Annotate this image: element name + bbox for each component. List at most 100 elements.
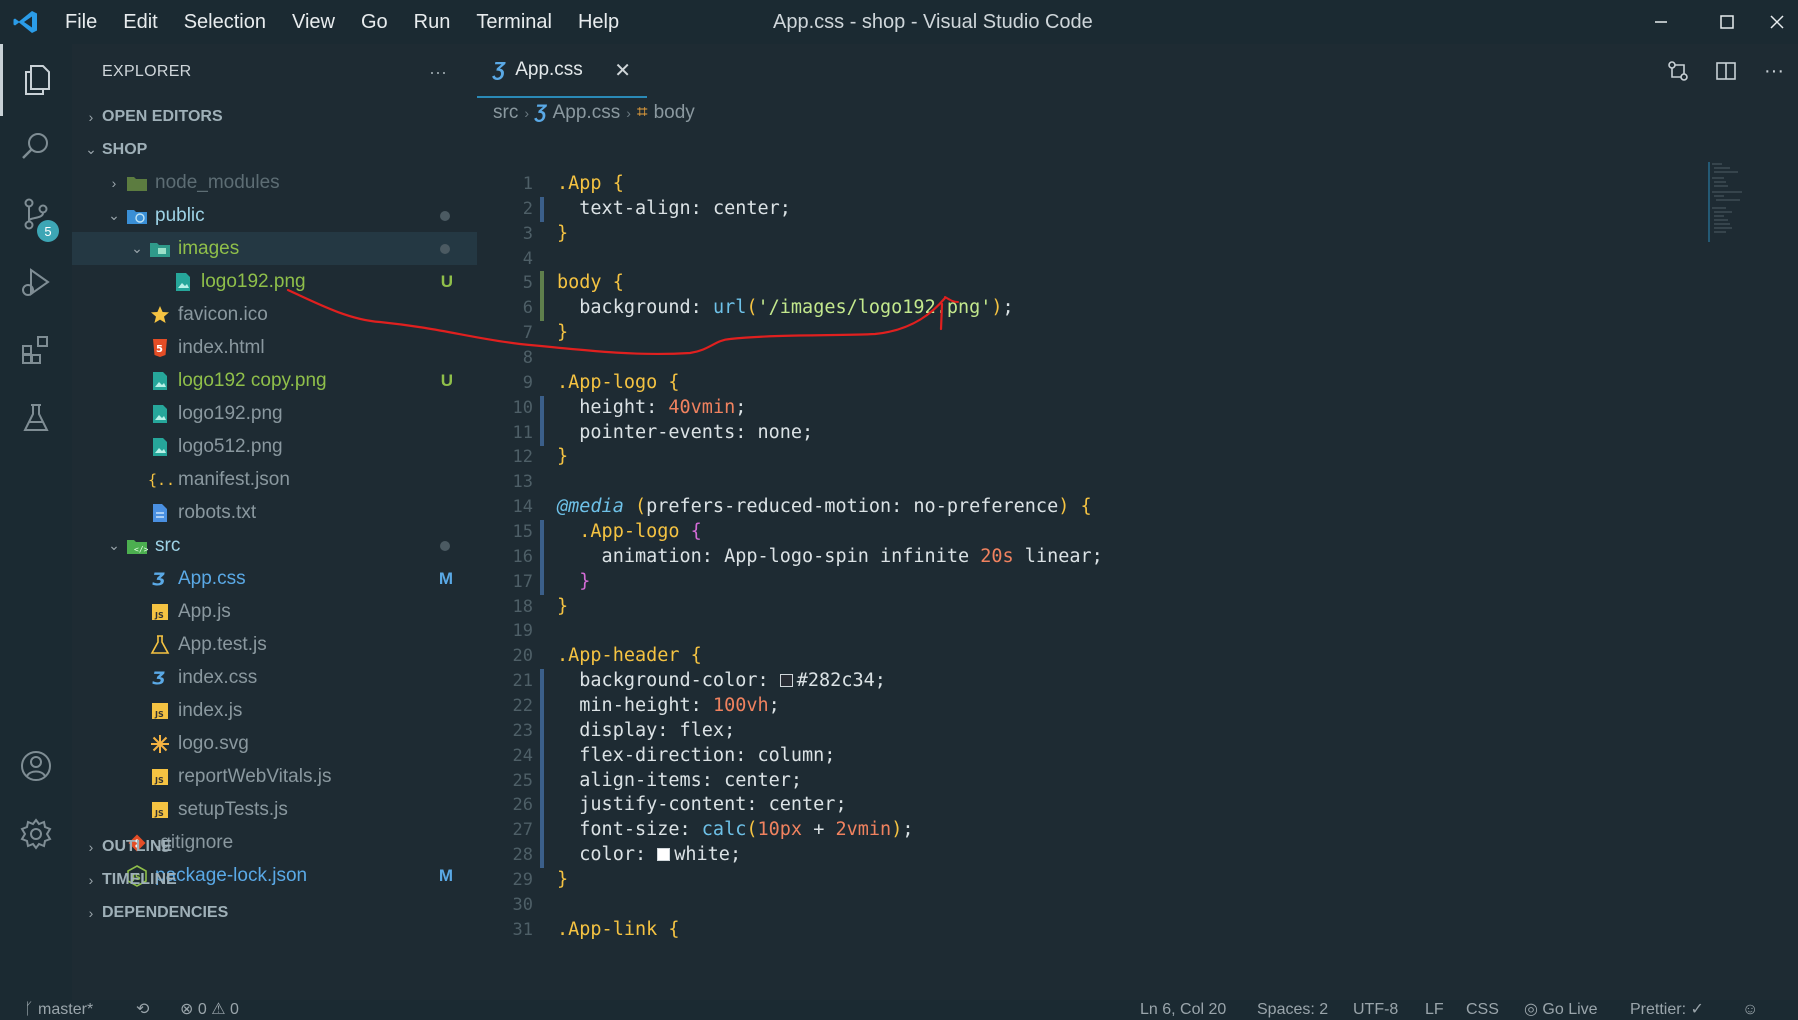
problems-indicator[interactable]: ⊗ 0 ⚠ 0 bbox=[180, 1000, 239, 1020]
tree-item[interactable]: JS index.js bbox=[72, 694, 477, 727]
code-token: background-color: bbox=[557, 670, 780, 692]
more-actions-icon[interactable]: ··· bbox=[429, 62, 447, 83]
tree-item[interactable]: ⌄ public bbox=[72, 199, 477, 232]
tab-app-css[interactable]: Ʒ App.css ✕ bbox=[477, 44, 647, 98]
minimize-button[interactable] bbox=[1634, 0, 1688, 44]
dependencies-label: DEPENDENCIES bbox=[102, 903, 229, 921]
code-token: .App-link bbox=[557, 918, 669, 940]
close-tab-icon[interactable]: ✕ bbox=[614, 58, 631, 83]
tree-item[interactable]: › node_modules bbox=[72, 166, 477, 199]
chevron-down-icon[interactable]: ⌄ bbox=[103, 207, 125, 224]
gutter-change-marker[interactable] bbox=[540, 520, 544, 595]
code-token: 40vmin bbox=[668, 396, 736, 418]
menu-go[interactable]: Go bbox=[348, 0, 401, 44]
menu-help[interactable]: Help bbox=[565, 0, 632, 44]
tree-item[interactable]: {..} manifest.json bbox=[72, 463, 477, 496]
tree-item[interactable]: logo192.png U bbox=[72, 265, 477, 298]
color-swatch[interactable] bbox=[657, 848, 671, 862]
code-line: 18} bbox=[477, 595, 1677, 620]
minimap[interactable] bbox=[1708, 162, 1748, 242]
menu-run[interactable]: Run bbox=[401, 0, 464, 44]
js-icon: JS bbox=[148, 600, 172, 624]
tree-item[interactable]: Ʒindex.css bbox=[72, 661, 477, 694]
settings-gear-icon[interactable] bbox=[0, 798, 72, 870]
close-window-button[interactable] bbox=[1750, 0, 1798, 44]
gutter-change-marker[interactable] bbox=[540, 196, 544, 222]
git-branch[interactable]: ᚴ master* bbox=[24, 1000, 93, 1020]
tree-item[interactable]: robots.txt bbox=[72, 496, 477, 529]
language-mode[interactable]: CSS bbox=[1466, 1000, 1499, 1020]
breadcrumb-src[interactable]: src bbox=[493, 102, 518, 124]
code-line: 9 .App-logo { bbox=[477, 371, 1677, 396]
maximize-button[interactable] bbox=[1700, 0, 1754, 44]
dependencies-section[interactable]: › DEPENDENCIES bbox=[72, 896, 477, 929]
chevron-right-icon[interactable]: › bbox=[103, 175, 125, 191]
tree-item[interactable]: 5 index.html bbox=[72, 331, 477, 364]
window-title: App.css - shop - Visual Studio Code bbox=[773, 11, 1093, 33]
open-editors-section[interactable]: › OPEN EDITORS bbox=[72, 100, 477, 133]
timeline-section[interactable]: › TIMELINE bbox=[72, 863, 477, 896]
breadcrumb-file[interactable]: App.css bbox=[553, 102, 621, 124]
source-control-icon[interactable]: 5 bbox=[0, 178, 72, 250]
code-line: 30 bbox=[477, 893, 1677, 918]
chevron-down-icon[interactable]: ⌄ bbox=[103, 537, 125, 554]
menu-edit[interactable]: Edit bbox=[110, 0, 170, 44]
account-icon[interactable] bbox=[0, 730, 72, 802]
menu-terminal[interactable]: Terminal bbox=[463, 0, 565, 44]
line-content: } bbox=[557, 222, 568, 247]
encoding[interactable]: UTF-8 bbox=[1353, 1000, 1398, 1020]
cursor-position[interactable]: Ln 6, Col 20 bbox=[1140, 1000, 1226, 1020]
explorer-icon[interactable] bbox=[0, 44, 72, 116]
feedback-icon[interactable]: ☺ bbox=[1742, 1000, 1758, 1020]
code-line: 1 .App { bbox=[477, 172, 1677, 197]
code-line: 16 animation: App-logo-spin infinite 20s… bbox=[477, 545, 1677, 570]
chevron-down-icon[interactable]: ⌄ bbox=[126, 240, 148, 257]
line-content: color: white; bbox=[557, 843, 741, 868]
tree-item[interactable]: logo192 copy.png U bbox=[72, 364, 477, 397]
editor-tab-bar: Ʒ App.css ✕ ··· bbox=[477, 44, 1798, 98]
go-live-button[interactable]: ◎ Go Live bbox=[1524, 1000, 1598, 1020]
breadcrumb-symbol[interactable]: body bbox=[654, 102, 695, 124]
code-editor[interactable]: 1 .App {2 text-align: center; 3} 4 5 body {6 … bbox=[477, 172, 1798, 943]
tree-item[interactable]: JS reportWebVitals.js bbox=[72, 760, 477, 793]
line-content: } bbox=[557, 321, 568, 346]
menu-view[interactable]: View bbox=[279, 0, 348, 44]
project-section[interactable]: ⌄ SHOP bbox=[72, 133, 477, 166]
css-icon: Ʒ bbox=[493, 58, 506, 81]
menu-selection[interactable]: Selection bbox=[171, 0, 279, 44]
indentation[interactable]: Spaces: 2 bbox=[1257, 1000, 1328, 1020]
line-number: 8 bbox=[522, 348, 533, 369]
tree-item[interactable]: logo512.png bbox=[72, 430, 477, 463]
line-number: 13 bbox=[512, 472, 533, 493]
code-token: .App-logo bbox=[557, 371, 669, 393]
gutter-change-marker[interactable] bbox=[540, 395, 544, 446]
tree-item[interactable]: logo192.png bbox=[72, 397, 477, 430]
prettier-status[interactable]: Prettier: ✓ bbox=[1630, 1000, 1704, 1020]
gutter-change-marker[interactable] bbox=[540, 271, 544, 322]
outline-section[interactable]: › OUTLINE bbox=[72, 830, 477, 863]
split-editor-icon[interactable] bbox=[1702, 44, 1750, 98]
color-swatch[interactable] bbox=[779, 674, 793, 688]
search-icon[interactable] bbox=[0, 110, 72, 182]
more-editor-actions-icon[interactable]: ··· bbox=[1750, 44, 1798, 98]
tree-item[interactable]: logo.svg bbox=[72, 727, 477, 760]
line-number: 11 bbox=[512, 422, 533, 443]
extensions-icon[interactable] bbox=[0, 314, 72, 386]
tree-item[interactable]: ⌄ </> src bbox=[72, 529, 477, 562]
testing-icon[interactable] bbox=[0, 382, 72, 454]
tree-item[interactable]: App.test.js bbox=[72, 628, 477, 661]
gutter-change-marker[interactable] bbox=[540, 669, 544, 869]
run-debug-icon[interactable] bbox=[0, 246, 72, 318]
tree-item[interactable]: ⌄ images bbox=[72, 232, 477, 265]
open-changes-icon[interactable] bbox=[1654, 44, 1702, 98]
end-of-line[interactable]: LF bbox=[1425, 1000, 1444, 1020]
broadcast-icon: ◎ bbox=[1524, 1001, 1543, 1018]
line-number: 19 bbox=[512, 621, 533, 642]
sync-icon[interactable]: ⟲ bbox=[136, 1000, 149, 1020]
tree-item[interactable]: Ʒ App.css M bbox=[72, 562, 477, 595]
code-token: body bbox=[557, 272, 613, 294]
tree-item[interactable]: JS App.js bbox=[72, 595, 477, 628]
tree-item[interactable]: JS setupTests.js bbox=[72, 793, 477, 826]
menu-file[interactable]: File bbox=[52, 0, 110, 44]
tree-item[interactable]: favicon.ico bbox=[72, 298, 477, 331]
